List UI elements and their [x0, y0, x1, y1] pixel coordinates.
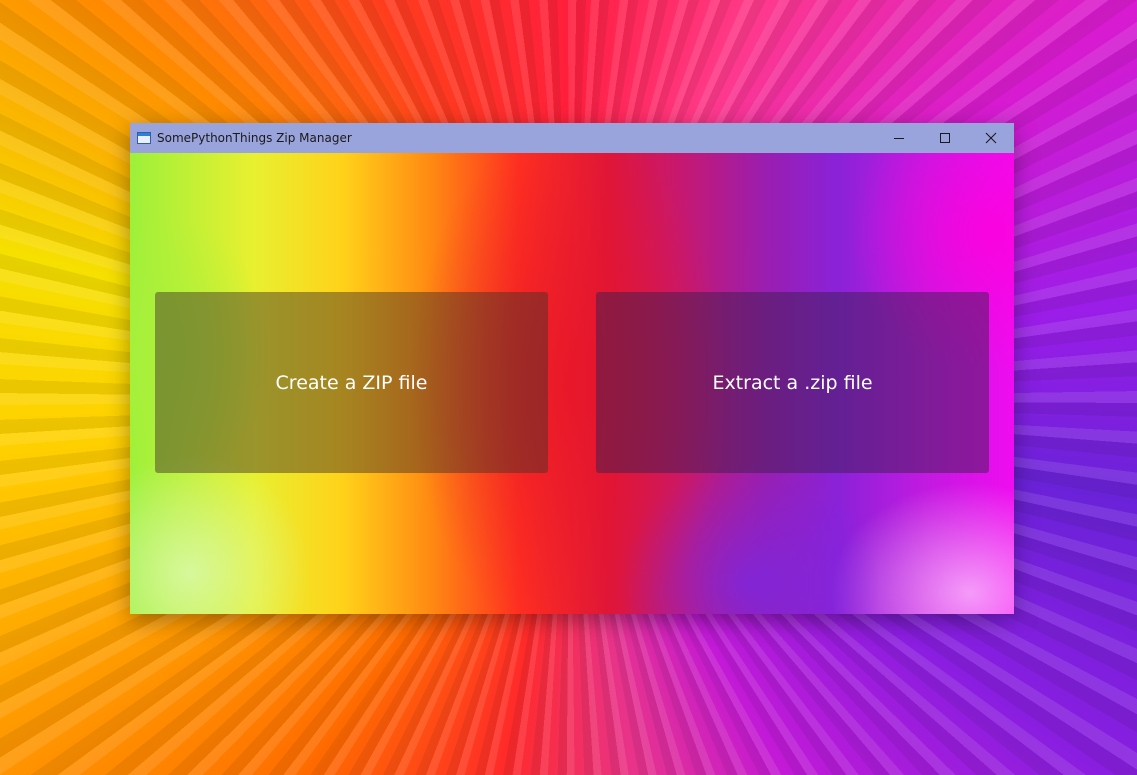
title-bar[interactable]: SomePythonThings Zip Manager	[130, 123, 1014, 153]
maximize-icon	[940, 133, 950, 143]
client-area: Create a ZIP file Extract a .zip file	[130, 153, 1014, 614]
create-zip-label: Create a ZIP file	[275, 371, 428, 394]
app-icon	[137, 132, 151, 144]
close-icon	[985, 132, 997, 144]
maximize-button[interactable]	[922, 123, 968, 153]
create-zip-button[interactable]: Create a ZIP file	[155, 292, 548, 473]
minimize-icon	[894, 138, 904, 139]
extract-zip-button[interactable]: Extract a .zip file	[596, 292, 989, 473]
app-window: SomePythonThings Zip Manager Create a ZI…	[130, 123, 1014, 614]
minimize-button[interactable]	[876, 123, 922, 153]
window-title: SomePythonThings Zip Manager	[157, 131, 352, 145]
extract-zip-label: Extract a .zip file	[712, 371, 873, 394]
close-button[interactable]	[968, 123, 1014, 153]
